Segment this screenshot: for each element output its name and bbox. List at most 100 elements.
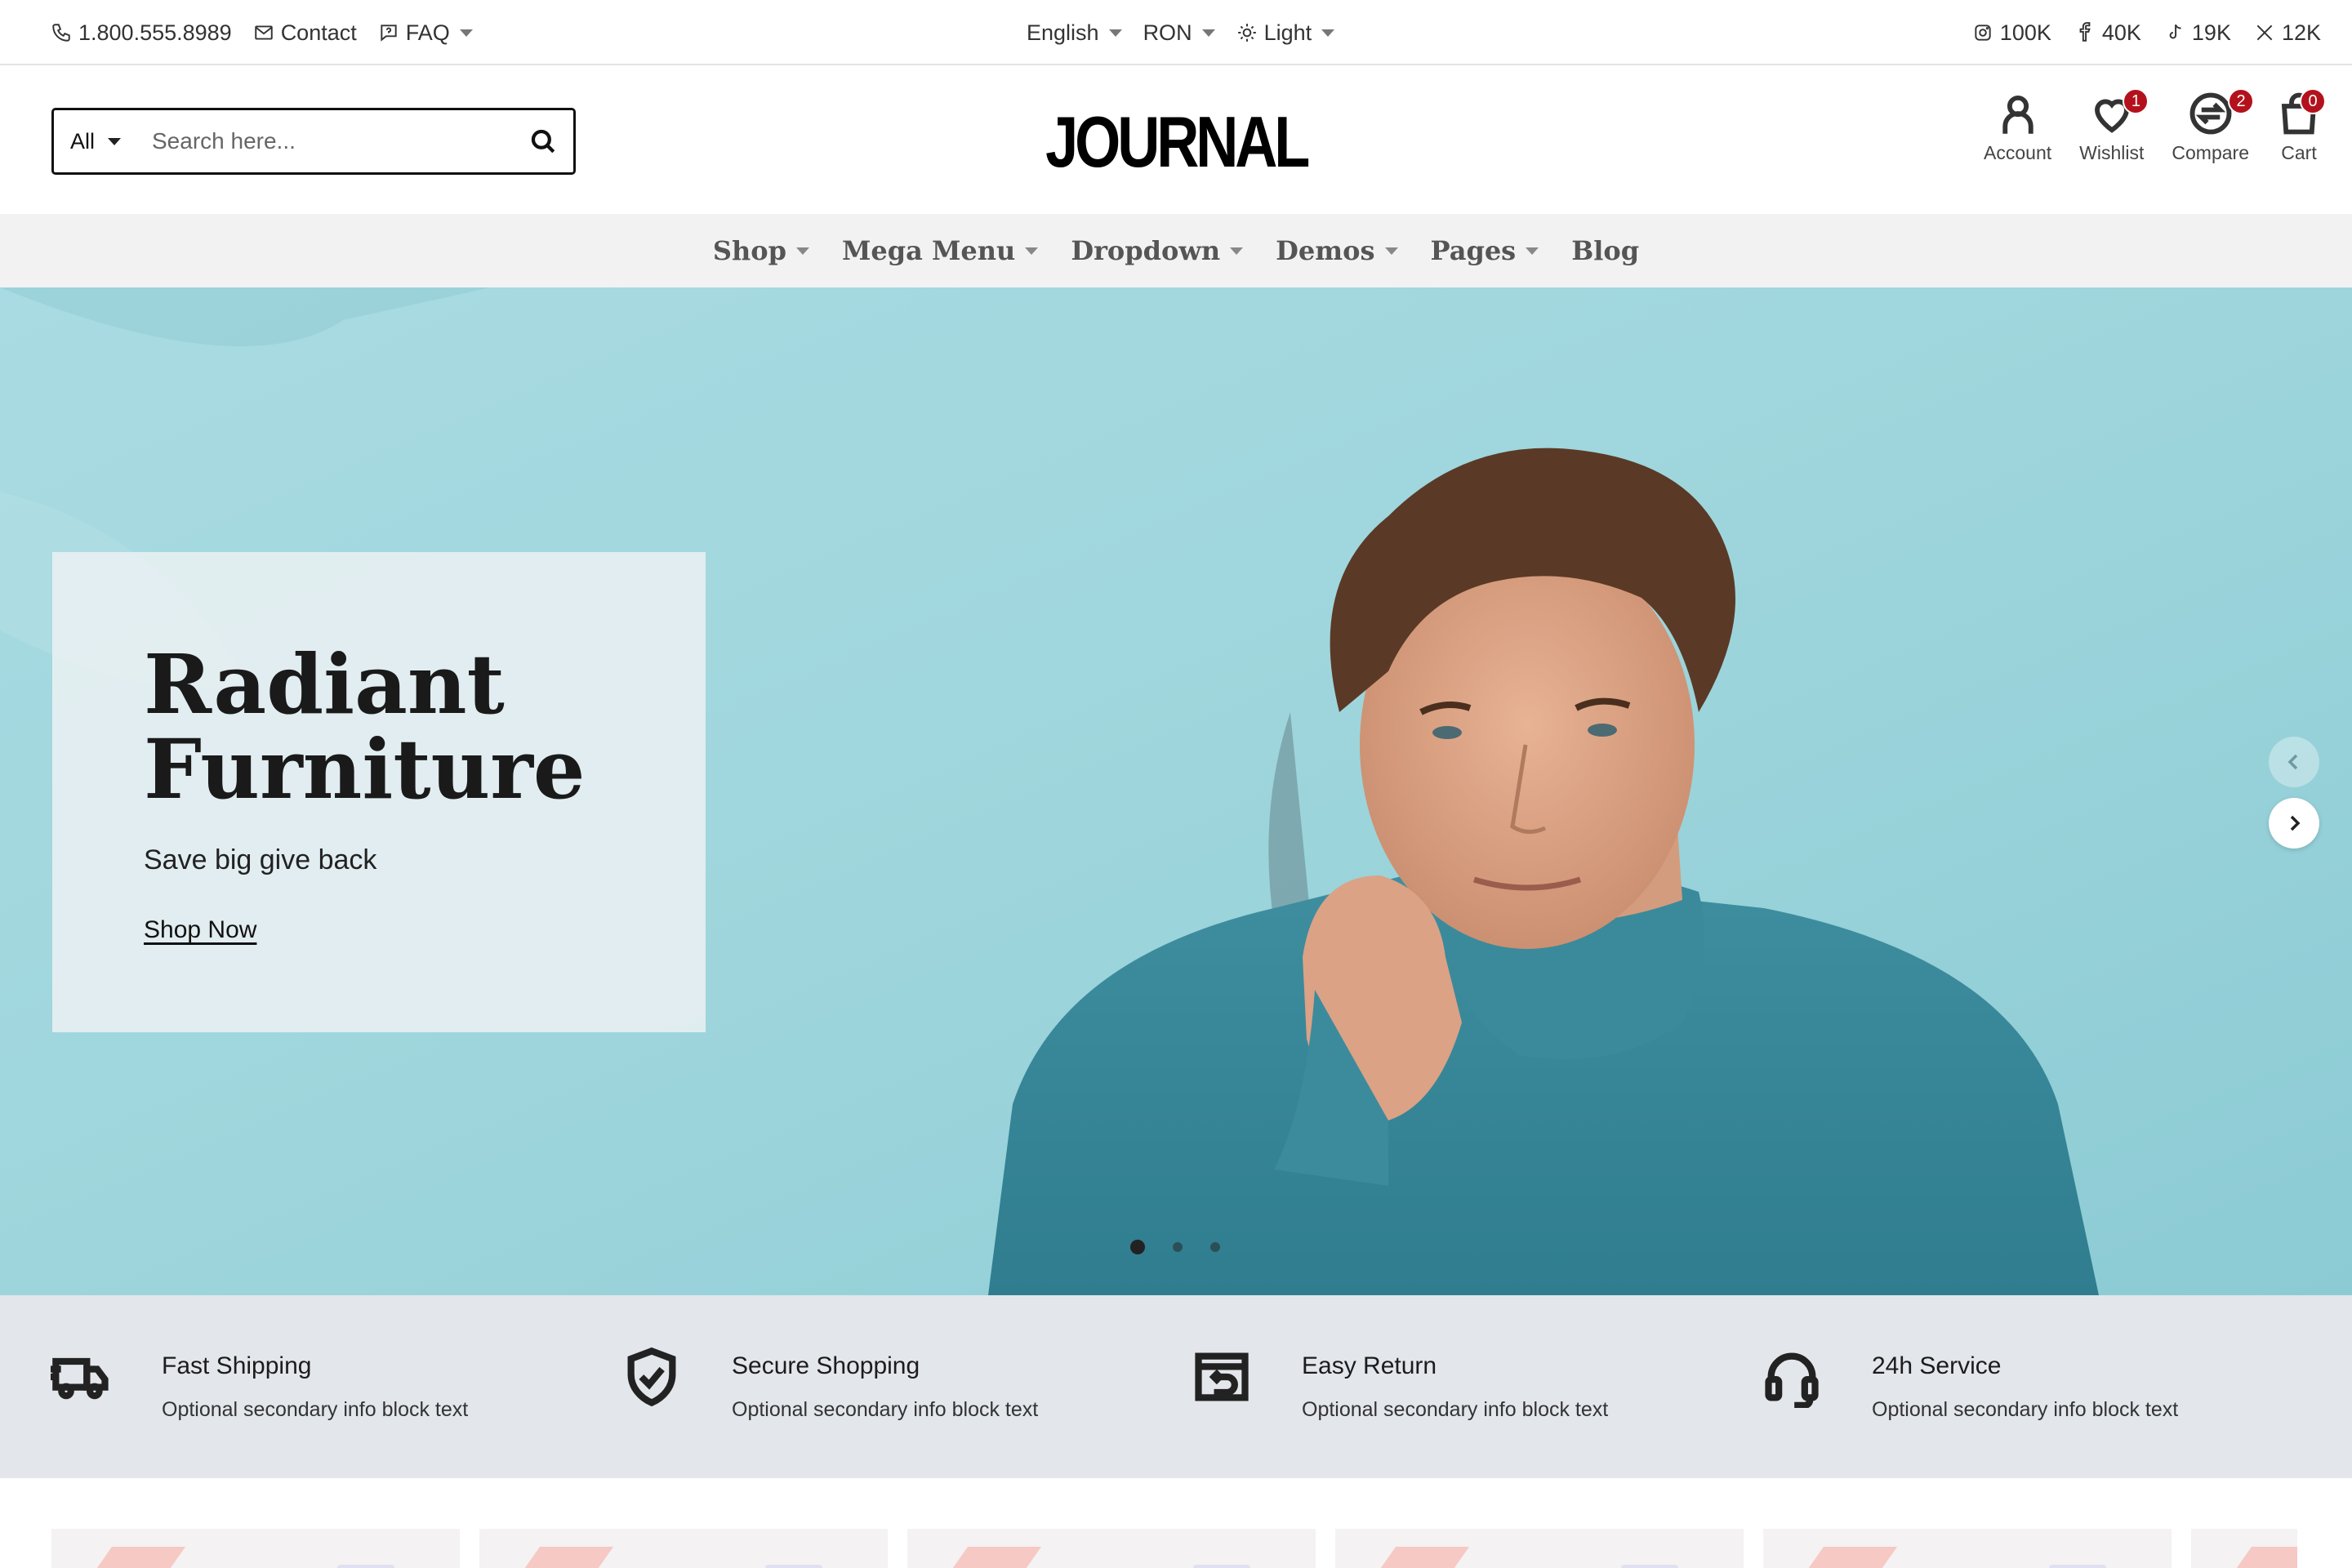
language-label: English: [1027, 20, 1099, 45]
nav-item-pages[interactable]: Pages: [1431, 235, 1539, 266]
facebook-link[interactable]: 40K: [2074, 20, 2141, 46]
hero-subtitle: Save big give back: [144, 844, 377, 875]
info-block-title: Fast Shipping: [162, 1352, 312, 1379]
nav-item-mega-menu[interactable]: Mega Menu: [841, 235, 1039, 266]
slider-dot[interactable]: [1173, 1242, 1183, 1252]
logo-text: JOURNAL: [1045, 101, 1310, 182]
contact-link[interactable]: Contact: [253, 20, 357, 46]
tiktok-icon: [2169, 24, 2181, 39]
info-block-text: Optional secondary info block text: [162, 1398, 469, 1421]
account-label: Account: [1984, 142, 2052, 163]
chevron-down-icon: [1201, 29, 1215, 37]
tiktok-count: 19K: [2191, 20, 2231, 45]
instagram-link[interactable]: 100K: [1972, 20, 2051, 46]
product-card[interactable]: [2191, 1529, 2297, 1568]
chevron-right-icon: [2290, 815, 2301, 831]
instagram-count: 100K: [1999, 20, 2051, 45]
wishlist-count-badge: 1: [2123, 88, 2149, 114]
currency-selector[interactable]: RON: [1143, 20, 1215, 46]
top-bar: 1.800.555.8989 Contact FAQ English RON L…: [0, 0, 2352, 65]
search-button[interactable]: [513, 110, 573, 172]
help-bubble-icon: [381, 24, 397, 42]
language-selector[interactable]: English: [1027, 20, 1122, 46]
product-card[interactable]: [479, 1529, 888, 1568]
phone-icon: [52, 24, 70, 42]
compare-icon: [2189, 92, 2232, 135]
sun-icon: [1237, 24, 1256, 42]
search-input[interactable]: [136, 128, 513, 154]
slider-dot[interactable]: [1210, 1242, 1220, 1252]
sale-ribbon: [1800, 1547, 1898, 1568]
facebook-count: 40K: [2101, 20, 2141, 45]
cart-button[interactable]: 0 Cart: [2277, 88, 2326, 164]
wishlist-button[interactable]: 1 Wishlist: [2079, 88, 2149, 164]
product-tag: [337, 1565, 394, 1568]
info-blocks: Fast Shipping Optional secondary info bl…: [0, 1295, 2352, 1478]
compare-button[interactable]: 2 Compare: [2172, 88, 2254, 164]
social-links: 100K 40K 19K 12K: [1949, 0, 2321, 65]
x-icon: [2256, 24, 2273, 41]
slider-dot[interactable]: [1130, 1240, 1145, 1254]
theme-selector[interactable]: Light: [1236, 20, 1335, 46]
chevron-down-icon: [1025, 247, 1039, 255]
nav-item-label: Blog: [1571, 235, 1640, 266]
product-card[interactable]: [51, 1529, 460, 1568]
nav-item-label: Pages: [1430, 235, 1517, 266]
main-nav: Shop Mega Menu Dropdown Demos Pages Blog: [0, 214, 2352, 287]
nav-item-demos[interactable]: Demos: [1276, 235, 1398, 266]
header-actions: Account 1 Wishlist 2 Compare 0 Cart: [1956, 88, 2326, 164]
nav-item-label: Mega Menu: [841, 235, 1016, 266]
return-box-icon: [1195, 1352, 1249, 1401]
info-block-text: Optional secondary info block text: [1872, 1398, 2179, 1421]
sale-ribbon: [2228, 1547, 2297, 1568]
product-card[interactable]: [1335, 1529, 1744, 1568]
chevron-down-icon: [1384, 247, 1398, 255]
nav-item-label: Dropdown: [1071, 235, 1221, 266]
account-button[interactable]: Account: [1984, 91, 2051, 164]
nav-item-dropdown[interactable]: Dropdown: [1071, 235, 1244, 266]
chevron-down-icon: [108, 137, 122, 145]
slider-next-button[interactable]: [2269, 798, 2319, 849]
sale-ribbon: [88, 1547, 186, 1568]
instagram-icon: [1975, 24, 1991, 41]
faq-dropdown[interactable]: FAQ: [378, 20, 473, 46]
info-block-text: Optional secondary info block text: [1302, 1398, 1609, 1421]
tiktok-link[interactable]: 19K: [2164, 20, 2231, 46]
product-card[interactable]: [907, 1529, 1316, 1568]
x-link[interactable]: 12K: [2254, 20, 2321, 46]
hero-caption: Radiant Furniture Save big give back Sho…: [52, 552, 706, 1032]
product-tag: [2049, 1565, 2106, 1568]
contact-label: Contact: [280, 20, 357, 45]
product-tag: [1621, 1565, 1678, 1568]
hero-slider: Radiant Furniture Save big give back Sho…: [0, 287, 2352, 1295]
site-header: All JOURNAL Account 1 Wishlist 2 Compare…: [0, 67, 2352, 214]
sale-ribbon: [944, 1547, 1042, 1568]
truck-icon: [51, 1357, 109, 1400]
chevron-down-icon: [795, 247, 809, 255]
theme-label: Light: [1263, 20, 1312, 45]
nav-item-blog[interactable]: Blog: [1571, 235, 1639, 266]
product-card[interactable]: [1763, 1529, 2172, 1568]
chevron-down-icon: [1230, 247, 1244, 255]
search-category-select[interactable]: All: [54, 129, 136, 154]
headset-icon: [1765, 1352, 1819, 1408]
info-block-title: Secure Shopping: [732, 1352, 920, 1379]
slider-prev-button[interactable]: [2269, 737, 2319, 787]
nav-item-label: Demos: [1276, 235, 1375, 266]
sale-ribbon: [516, 1547, 614, 1568]
hero-title: Radiant Furniture: [144, 636, 586, 817]
phone-number: 1.800.555.8989: [78, 20, 232, 45]
site-logo[interactable]: JOURNAL: [1045, 101, 1310, 183]
nav-item-shop[interactable]: Shop: [713, 235, 809, 266]
search-bar: All: [51, 108, 576, 175]
wishlist-label: Wishlist: [2079, 142, 2145, 163]
search-category-label: All: [70, 128, 96, 154]
x-count: 12K: [2281, 20, 2321, 45]
chevron-down-icon: [459, 29, 473, 37]
user-icon: [2002, 95, 2034, 134]
nav-item-label: Shop: [712, 235, 786, 266]
shop-now-link[interactable]: Shop Now: [144, 916, 256, 944]
product-tag: [1193, 1565, 1250, 1568]
phone-link[interactable]: 1.800.555.8989: [51, 20, 232, 46]
chevron-down-icon: [1526, 247, 1539, 255]
